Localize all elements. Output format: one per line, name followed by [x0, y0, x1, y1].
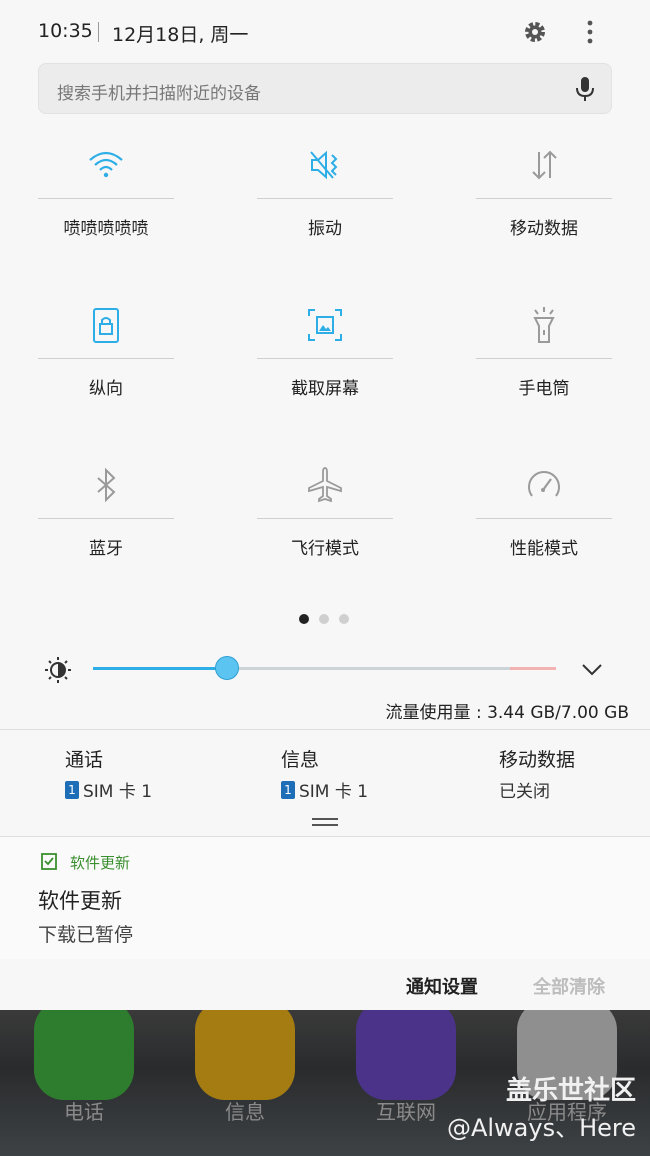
portrait-lock-icon	[93, 308, 119, 343]
phone-app-icon[interactable]	[34, 1010, 134, 1100]
data-usage-text: 流量使用量 : 3.44 GB/7.00 GB	[385, 703, 629, 723]
watermark-user: @Always、Here	[446, 1114, 636, 1142]
tile-label: 喷喷喷喷喷	[63, 219, 149, 239]
notification-panel: 10:35 12月18日, 周一 搜索手机并扫描附近的设备 喷喷喷喷喷 振动 移…	[0, 0, 650, 1010]
more-options-icon[interactable]	[578, 17, 602, 47]
bluetooth-icon	[97, 467, 116, 503]
tile-label: 蓝牙	[89, 539, 123, 559]
mobile-data-icon	[532, 150, 557, 180]
tile-label: 振动	[308, 219, 342, 239]
home-app-label: 信息	[225, 1100, 265, 1124]
watermark: 盖乐世社区	[505, 1076, 636, 1106]
tile-divider	[257, 358, 393, 359]
tile-wifi[interactable]: 喷喷喷喷喷	[38, 136, 174, 266]
sim-mobile-data-value: 已关闭	[499, 777, 650, 802]
auto-brightness-icon[interactable]	[44, 656, 72, 684]
performance-icon	[528, 471, 560, 497]
date: 12月18日, 周一	[112, 24, 249, 46]
search-placeholder: 搜索手机并扫描附近的设备	[57, 84, 261, 104]
sim-messages-title: 信息	[281, 749, 320, 771]
sim-messages-value: 1 SIM 卡 1	[281, 777, 471, 802]
sim-messages-label: SIM 卡 1	[299, 782, 369, 802]
notification-app-name: 软件更新	[70, 854, 131, 872]
tile-divider	[476, 358, 612, 359]
drag-handle[interactable]	[312, 818, 338, 828]
mic-icon[interactable]	[573, 75, 597, 103]
brightness-slider-thumb[interactable]	[215, 656, 240, 680]
tile-airplane[interactable]: 飞行模式	[257, 456, 393, 586]
sim-calls-value: 1 SIM 卡 1	[65, 777, 255, 802]
notification-card[interactable]: 软件更新 软件更新 下载已暂停	[0, 837, 650, 959]
sim-calls-title: 通话	[65, 749, 104, 771]
sim-calls[interactable]: 通话 1 SIM 卡 1	[65, 745, 255, 802]
wifi-icon	[89, 151, 123, 178]
home-screen-background: 电话 信息 互联网 应用程序 盖乐世社区 @Always、Here	[0, 1010, 650, 1156]
tile-label: 手电筒	[518, 379, 570, 399]
sim-messages[interactable]: 信息 1 SIM 卡 1	[281, 745, 471, 802]
messages-app-icon[interactable]	[195, 1010, 295, 1100]
sim-badge-icon: 1	[65, 780, 79, 799]
status-row: 10:35 12月18日, 周一	[0, 0, 650, 64]
home-app-label: 电话	[64, 1100, 104, 1124]
search-input[interactable]: 搜索手机并扫描附近的设备	[38, 63, 612, 114]
tile-label: 移动数据	[510, 219, 578, 239]
page-dot	[319, 614, 329, 624]
tile-performance[interactable]: 性能模式	[476, 456, 612, 586]
vibrate-icon	[310, 150, 338, 180]
tile-divider	[38, 198, 174, 199]
flashlight-icon	[533, 307, 555, 343]
tile-bluetooth[interactable]: 蓝牙	[38, 456, 174, 586]
internet-app-icon[interactable]	[356, 1010, 456, 1100]
tile-divider	[476, 518, 612, 519]
tile-divider	[38, 518, 174, 519]
tile-divider	[257, 198, 393, 199]
checkbox-icon	[41, 853, 57, 870]
page-indicator	[299, 614, 359, 626]
notification-settings-button[interactable]: 通知设置	[406, 973, 478, 999]
tile-divider	[476, 198, 612, 199]
sim-mobile-data-title: 移动数据	[499, 749, 576, 771]
tile-label: 性能模式	[510, 539, 578, 559]
brightness-slider[interactable]	[93, 667, 556, 670]
sim-mobile-data[interactable]: 移动数据 已关闭	[499, 745, 650, 802]
tile-mobile-data[interactable]: 移动数据	[476, 136, 612, 266]
tile-label: 飞行模式	[291, 539, 359, 559]
tile-label: 截取屏幕	[291, 379, 359, 399]
tile-vibrate[interactable]: 振动	[257, 136, 393, 266]
sim-calls-label: SIM 卡 1	[83, 782, 153, 802]
clock: 10:35	[38, 20, 93, 42]
divider	[98, 22, 99, 42]
gear-icon[interactable]	[520, 17, 550, 47]
airplane-icon	[308, 467, 342, 503]
brightness-slider-fill	[93, 667, 228, 670]
tile-divider	[38, 358, 174, 359]
page-dot	[339, 614, 349, 624]
tile-flashlight[interactable]: 手电筒	[476, 296, 612, 426]
page-dot-active	[299, 614, 309, 624]
brightness-slider-high-zone	[510, 667, 556, 670]
clear-all-button[interactable]: 全部清除	[533, 973, 605, 999]
sim-mobile-data-label: 已关闭	[499, 782, 550, 802]
notification-actions: 通知设置 全部清除	[0, 959, 650, 1010]
screenshot-icon	[308, 309, 342, 341]
tile-portrait[interactable]: 纵向	[38, 296, 174, 426]
tile-screenshot[interactable]: 截取屏幕	[257, 296, 393, 426]
divider	[0, 729, 650, 730]
notification-body: 下载已暂停	[38, 924, 134, 946]
tile-label: 纵向	[89, 379, 123, 399]
sim-badge-icon: 1	[281, 780, 295, 799]
chevron-down-icon[interactable]	[580, 660, 604, 678]
tile-divider	[257, 518, 393, 519]
notification-title: 软件更新	[38, 889, 122, 913]
